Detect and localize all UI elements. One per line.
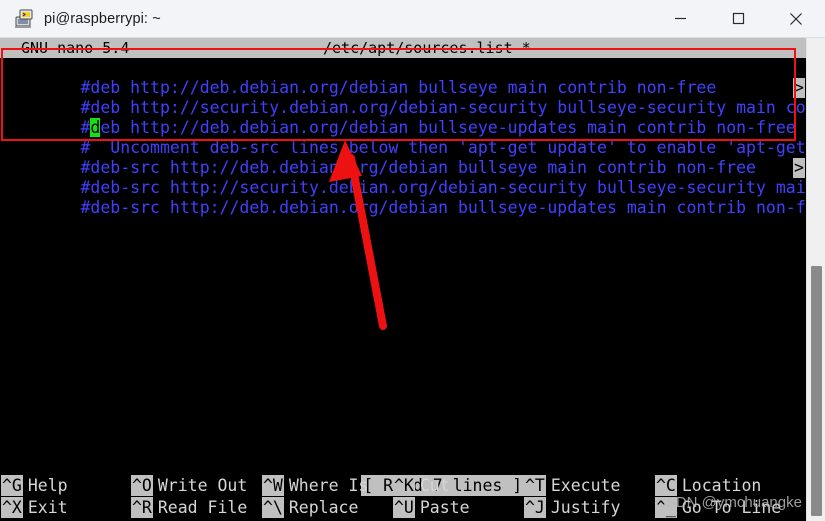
window-title: pi@raspberrypi: ~ (44, 10, 161, 27)
shortcut-label: Location (681, 476, 762, 495)
shortcut-key: ^T (524, 475, 546, 496)
editor-line-with-cursor[interactable]: #deb http://deb.debian.org/debian bullse… (0, 98, 806, 137)
close-button[interactable] (767, 0, 825, 38)
shortcut-label: Paste (419, 498, 470, 517)
shortcut-paste[interactable]: ^U Paste (393, 497, 470, 519)
shortcut-key: ^U (393, 497, 415, 518)
putty-terminal-icon (14, 8, 36, 30)
shortcut-label: Go To Line (681, 498, 782, 517)
line-text: #deb-src http://deb.debian.org/debian bu… (80, 198, 806, 217)
maximize-button[interactable] (709, 0, 767, 38)
nano-footer: [ Read 7 lines ] ^G Help ^O Write Out ^W Wh… (0, 453, 806, 521)
editor-line[interactable]: #deb-src http://deb.debian.org/debian bu… (0, 138, 806, 177)
shortcut-key: ^J (524, 497, 546, 518)
shortcut-label: Where Is (288, 476, 369, 495)
shortcut-cut[interactable]: ^K Cut (393, 475, 450, 497)
shortcut-execute[interactable]: ^T Execute (524, 475, 620, 497)
shortcut-label: Write Out (157, 476, 248, 495)
shortcut-key: ^\ (262, 497, 284, 518)
line-continuation-marker: > (793, 158, 805, 178)
nano-status-line: [ Read 7 lines ] (0, 453, 806, 496)
shortcut-key: ^_ (655, 497, 677, 518)
line-continuation-marker: > (793, 78, 805, 98)
shortcut-key: ^X (1, 497, 23, 518)
shortcut-replace[interactable]: ^\ Replace (262, 497, 358, 519)
editor-line[interactable]: #deb http://security.debian.org/debian-s… (0, 78, 806, 117)
window-controls (651, 0, 825, 38)
nano-titlebar: GNU nano 5.4 /etc/apt/sources.list * (0, 38, 806, 58)
shortcut-row-2: ^X Exit ^R Read File ^\ Replace ^U Paste ^J J… (0, 497, 806, 519)
shortcut-label: Replace (288, 498, 359, 517)
shortcut-label: Read File (157, 498, 248, 517)
nano-shortcut-bar: ^G Help ^O Write Out ^W Where Is ^K Cut ^T Ex… (0, 475, 806, 521)
editor-line[interactable]: #deb-src http://security.debian.org/debi… (0, 158, 806, 197)
shortcut-label: Justify (550, 498, 621, 517)
shortcut-label: Help (27, 476, 68, 495)
editor-line[interactable]: # Uncomment deb-src lines below then 'ap… (0, 118, 806, 157)
shortcut-label: Exit (27, 498, 68, 517)
shortcut-write-out[interactable]: ^O Write Out (131, 475, 247, 497)
shortcut-row-1: ^G Help ^O Write Out ^W Where Is ^K Cut ^T Ex… (0, 475, 806, 497)
shortcut-key: ^G (1, 475, 23, 496)
shortcut-key: ^C (655, 475, 677, 496)
nano-version: GNU nano 5.4 (21, 39, 130, 57)
editor-line[interactable]: #deb-src http://deb.debian.org/debian bu… (0, 178, 806, 217)
shortcut-key: ^O (131, 475, 153, 496)
terminal-content[interactable]: GNU nano 5.4 /etc/apt/sources.list * #de… (0, 38, 806, 521)
shortcut-key: ^K (393, 475, 415, 496)
nano-editor[interactable]: GNU nano 5.4 /etc/apt/sources.list * #de… (0, 38, 806, 217)
shortcut-where-is[interactable]: ^W Where Is (262, 475, 368, 497)
shortcut-exit[interactable]: ^X Exit (1, 497, 68, 519)
shortcut-go-to-line[interactable]: ^_ Go To Line (655, 497, 781, 519)
shortcut-location[interactable]: ^C Location (655, 475, 761, 497)
window-titlebar[interactable]: pi@raspberrypi: ~ (0, 0, 825, 38)
terminal-window: pi@raspberrypi: ~ GNU nano 5.4 /etc/apt/… (0, 0, 825, 521)
minimize-button[interactable] (651, 0, 709, 38)
shortcut-help[interactable]: ^G Help (1, 475, 68, 497)
editor-line[interactable]: #deb http://deb.debian.org/debian bullse… (0, 58, 806, 97)
shortcut-read-file[interactable]: ^R Read File (131, 497, 247, 519)
nano-filename: /etc/apt/sources.list * (323, 39, 531, 57)
scrollbar-thumb[interactable] (811, 266, 822, 516)
shortcut-label: Execute (550, 476, 621, 495)
vertical-scrollbar[interactable] (806, 38, 825, 521)
shortcut-justify[interactable]: ^J Justify (524, 497, 620, 519)
shortcut-label: Cut (419, 476, 450, 495)
shortcut-key: ^R (131, 497, 153, 518)
shortcut-key: ^W (262, 475, 284, 496)
